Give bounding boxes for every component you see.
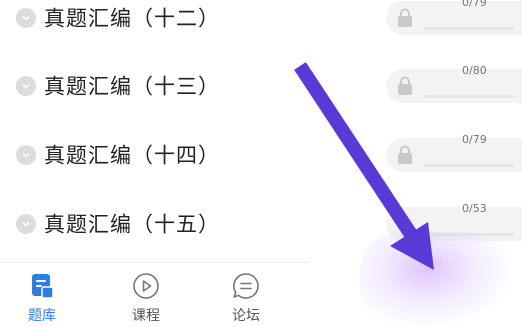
- play-circle-icon: [133, 273, 159, 299]
- list-item[interactable]: 真题汇编（十三） 0/80: [0, 52, 522, 120]
- progress-count: 0/79: [462, 0, 487, 9]
- tab-course[interactable]: 课程: [96, 263, 196, 327]
- list-item-title: 真题汇编（十五）: [44, 212, 220, 237]
- lock-icon: [398, 145, 412, 164]
- list-item[interactable]: 真题汇编（十二） 0/79: [0, 0, 522, 52]
- list-item-title: 真题汇编（十二）: [44, 6, 220, 31]
- exam-list: 真题汇编（十二） 0/79 真题汇编（十三） 0/80 真题汇编（十四） 0/7…: [0, 0, 522, 262]
- progress-count: 0/53: [462, 202, 487, 215]
- chevron-down-icon[interactable]: [16, 8, 36, 28]
- progress-count: 0/80: [462, 64, 487, 77]
- progress-bar: [424, 27, 514, 30]
- tab-label: 论坛: [232, 308, 260, 324]
- lock-icon: [398, 76, 412, 95]
- list-item[interactable]: 真题汇编（十四） 0/79: [0, 121, 522, 189]
- highlight-glow: [360, 232, 510, 326]
- tab-label: 题库: [28, 308, 56, 324]
- tab-label: 课程: [132, 308, 160, 324]
- question-bank-icon: [32, 274, 54, 299]
- progress-bar: [424, 164, 514, 167]
- tab-forum[interactable]: 论坛: [196, 263, 296, 327]
- list-item-title: 真题汇编（十三）: [44, 74, 220, 99]
- chevron-down-icon[interactable]: [16, 76, 36, 96]
- lock-icon: [398, 8, 412, 27]
- chevron-down-icon[interactable]: [16, 214, 36, 234]
- tab-question-bank[interactable]: 题库: [0, 263, 92, 327]
- chevron-down-icon[interactable]: [16, 145, 36, 165]
- bottom-tab-bar: 题库 课程 论坛: [0, 262, 310, 327]
- chat-bubble-icon: [233, 273, 259, 299]
- progress-count: 0/79: [462, 133, 487, 146]
- progress-bar: [424, 95, 514, 98]
- list-item-title: 真题汇编（十四）: [44, 143, 220, 168]
